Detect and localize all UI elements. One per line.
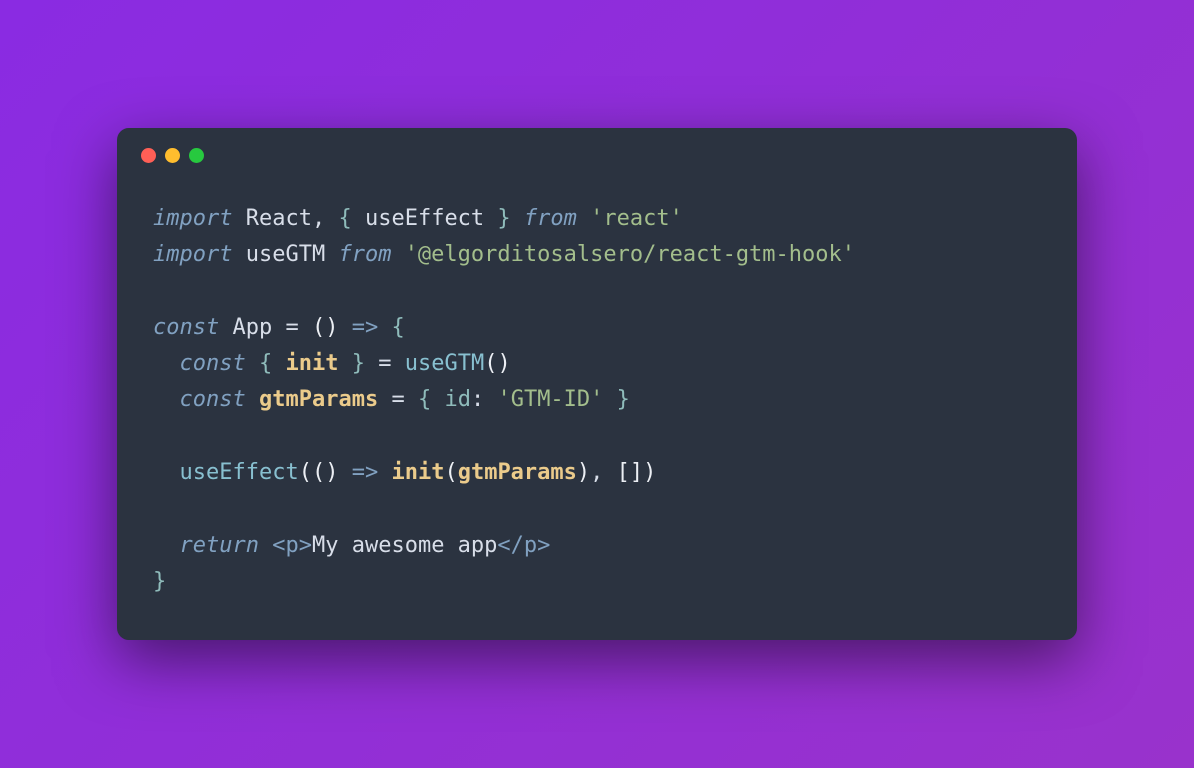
brace: { — [338, 206, 365, 231]
colon: : — [471, 387, 498, 412]
space — [259, 533, 272, 558]
property-id: id — [444, 387, 471, 412]
jsx-tag-close: </p> — [497, 533, 550, 558]
keyword-import: import — [153, 242, 232, 267]
maximize-icon[interactable] — [189, 148, 204, 163]
jsx-text: My awesome app — [312, 533, 497, 558]
identifier-init: init — [285, 351, 338, 376]
identifier-useeffect: useEffect — [365, 206, 484, 231]
brace: } — [153, 569, 166, 594]
keyword-from: from — [511, 206, 590, 231]
parentheses: () — [312, 315, 352, 340]
string-package: '@elgorditosalsero/react-gtm-hook' — [405, 242, 855, 267]
identifier-react — [232, 206, 245, 231]
brace: { — [246, 351, 286, 376]
identifier-gtmparams: gtmParams — [259, 387, 378, 412]
space — [246, 387, 259, 412]
operator-equals: = — [285, 315, 312, 340]
arrow: => — [352, 460, 392, 485]
indent — [153, 460, 180, 485]
indent — [153, 387, 180, 412]
punctuation: , — [312, 206, 339, 231]
call-usegtm: useGTM — [405, 351, 484, 376]
brace: } — [484, 206, 511, 231]
operator-equals: = — [378, 351, 405, 376]
operator-equals: = — [378, 387, 418, 412]
identifier-usegtm: useGTM — [232, 242, 338, 267]
keyword-const: const — [180, 387, 246, 412]
minimize-icon[interactable] — [165, 148, 180, 163]
keyword-from: from — [338, 242, 404, 267]
brace: { — [418, 387, 445, 412]
keyword-const: const — [153, 315, 219, 340]
paren: ( — [299, 460, 312, 485]
code-window: import React, { useEffect } from 'react'… — [117, 128, 1077, 640]
string-package: 'react' — [590, 206, 683, 231]
call-useeffect: useEffect — [180, 460, 299, 485]
brace: { — [391, 315, 404, 340]
jsx-tag-open: <p> — [272, 533, 312, 558]
call-init: init — [391, 460, 444, 485]
paren: ) — [643, 460, 656, 485]
identifier-react: React — [246, 206, 312, 231]
window-titlebar — [117, 128, 1077, 173]
identifier-app: App — [219, 315, 285, 340]
brace: } — [338, 351, 378, 376]
comma: , — [590, 460, 617, 485]
keyword-const: const — [180, 351, 246, 376]
code-block: import React, { useEffect } from 'react'… — [117, 173, 1077, 640]
paren: () — [312, 460, 352, 485]
indent — [153, 533, 180, 558]
identifier-gtmparams: gtmParams — [458, 460, 577, 485]
paren: ) — [577, 460, 590, 485]
indent — [153, 351, 180, 376]
brace: } — [603, 387, 630, 412]
parentheses: () — [484, 351, 511, 376]
array-literal: [] — [617, 460, 644, 485]
paren: ( — [444, 460, 457, 485]
close-icon[interactable] — [141, 148, 156, 163]
string-gtmid: 'GTM-ID' — [497, 387, 603, 412]
keyword-return: return — [180, 533, 259, 558]
keyword-import: import — [153, 206, 232, 231]
arrow: => — [352, 315, 392, 340]
